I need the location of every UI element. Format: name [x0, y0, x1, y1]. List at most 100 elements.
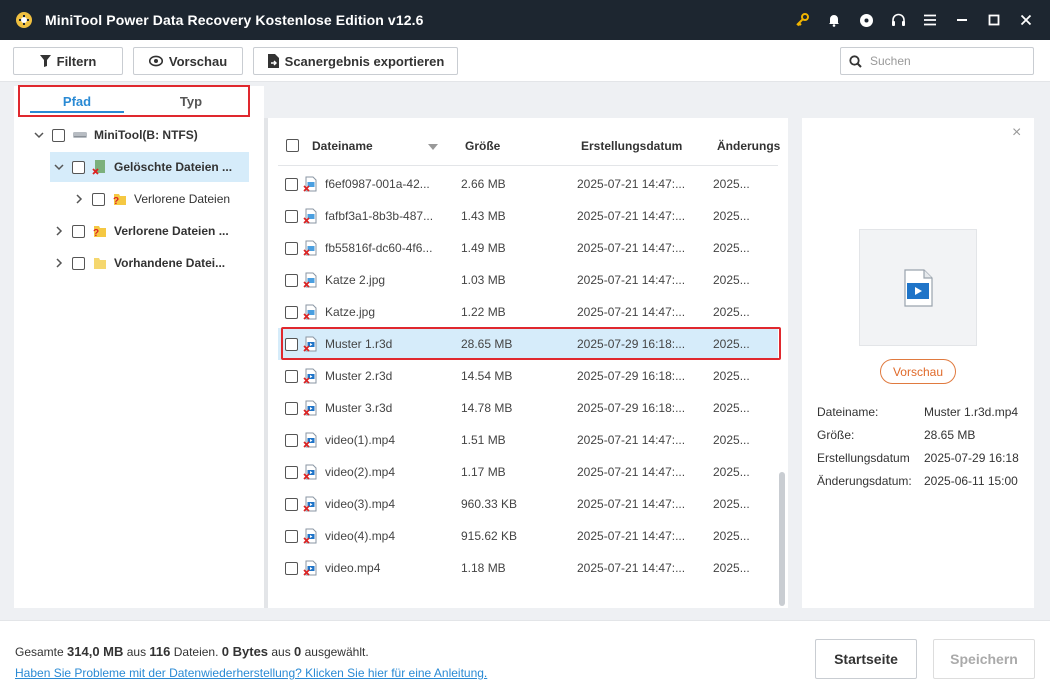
- row-checkbox[interactable]: [285, 433, 298, 447]
- chevron-right-icon[interactable]: [70, 194, 88, 204]
- cell-created: 2025-07-21 14:47:...: [577, 433, 686, 447]
- row-checkbox[interactable]: [285, 401, 298, 415]
- row-checkbox[interactable]: [285, 465, 298, 479]
- disc-icon[interactable]: [850, 0, 882, 40]
- cell-size: 14.78 MB: [461, 401, 513, 415]
- cell-size: 1.51 MB: [461, 433, 506, 447]
- cell-modified: 2025...: [713, 177, 750, 191]
- table-row[interactable]: Katze.jpg 1.22 MB 2025-07-21 14:47:... 2025…: [278, 296, 778, 328]
- column-header-size[interactable]: Größe: [465, 139, 500, 153]
- cell-size: 1.22 MB: [461, 305, 506, 319]
- cell-size: 2.66 MB: [461, 177, 506, 191]
- chevron-right-icon[interactable]: [50, 226, 68, 236]
- app-logo-icon: [13, 9, 35, 31]
- table-row[interactable]: video(3).mp4 960.33 KB 2025-07-21 14:47:..…: [278, 488, 778, 520]
- row-checkbox[interactable]: [285, 177, 298, 191]
- save-button[interactable]: Speichern: [933, 639, 1035, 679]
- view-tabs: Pfad Typ: [18, 85, 250, 117]
- chevron-down-icon[interactable]: [50, 163, 68, 171]
- file-list: Dateiname Größe Erstellungsdatum Änderun…: [268, 118, 788, 608]
- cell-modified: 2025...: [713, 305, 750, 319]
- filter-button[interactable]: Filtern: [13, 47, 123, 75]
- row-checkbox[interactable]: [285, 337, 298, 351]
- deleted-video-file-icon: [303, 432, 319, 448]
- lost-folder-icon: ?: [92, 223, 108, 239]
- key-icon[interactable]: [786, 0, 818, 40]
- tree-item-deleted[interactable]: Gelöschte Dateien ...: [50, 152, 249, 182]
- cell-name: Muster 3.r3d: [325, 401, 393, 415]
- column-header-created[interactable]: Erstellungsdatum: [581, 139, 682, 153]
- export-scan-result-button[interactable]: Scanergebnis exportieren: [253, 47, 458, 75]
- close-icon[interactable]: [1010, 0, 1042, 40]
- row-checkbox[interactable]: [285, 529, 298, 543]
- vertical-scrollbar[interactable]: [779, 472, 785, 606]
- cell-created: 2025-07-21 14:47:...: [577, 465, 686, 479]
- table-row[interactable]: fb55816f-dc60-4f6... 1.49 MB 2025-07-21 14…: [278, 232, 778, 264]
- table-row[interactable]: f6ef0987-001a-42... 2.66 MB 2025-07-21 14:…: [278, 168, 778, 200]
- headset-icon[interactable]: [882, 0, 914, 40]
- select-all-checkbox[interactable]: [286, 139, 299, 152]
- tree-item-lost[interactable]: ? Verlorene Dateien ...: [50, 216, 229, 246]
- table-row[interactable]: fafbf3a1-8b3b-487... 1.43 MB 2025-07-21 14…: [278, 200, 778, 232]
- cell-created: 2025-07-21 14:47:...: [577, 177, 686, 191]
- table-row[interactable]: video(1).mp4 1.51 MB 2025-07-21 14:47:... 2…: [278, 424, 778, 456]
- checkbox[interactable]: [92, 192, 105, 206]
- table-row[interactable]: Muster 3.r3d 14.78 MB 2025-07-29 16:18:...…: [278, 392, 778, 424]
- chevron-right-icon[interactable]: [50, 258, 68, 268]
- tab-type[interactable]: Typ: [134, 87, 248, 115]
- title-bar: MiniTool Power Data Recovery Kostenlose …: [0, 0, 1050, 40]
- table-row[interactable]: Muster 1.r3d 28.65 MB 2025-07-29 16:18:...…: [278, 328, 778, 360]
- info-created-label: Erstellungsdatum: [817, 451, 910, 465]
- minimize-icon[interactable]: [946, 0, 978, 40]
- lost-folder-icon: ?: [112, 191, 128, 207]
- search-box[interactable]: [840, 47, 1034, 75]
- cell-name: fafbf3a1-8b3b-487...: [325, 209, 434, 223]
- search-input[interactable]: [870, 54, 1020, 68]
- preview-file-button[interactable]: Vorschau: [880, 359, 956, 384]
- tree-item-label: Verlorene Dateien ...: [114, 224, 229, 238]
- bell-icon[interactable]: [818, 0, 850, 40]
- chevron-down-icon[interactable]: [30, 131, 48, 139]
- close-preview-icon[interactable]: ×: [1012, 124, 1021, 142]
- cell-name: video(4).mp4: [325, 529, 396, 543]
- table-row[interactable]: video(2).mp4 1.17 MB 2025-07-21 14:47:... 2…: [278, 456, 778, 488]
- cell-name: video(2).mp4: [325, 465, 396, 479]
- sort-desc-icon[interactable]: [428, 139, 438, 153]
- checkbox[interactable]: [52, 128, 65, 142]
- eye-icon: [148, 55, 163, 67]
- tab-path[interactable]: Pfad: [20, 87, 134, 115]
- row-checkbox[interactable]: [285, 497, 298, 511]
- cell-name: Muster 1.r3d: [325, 337, 393, 351]
- checkbox[interactable]: [72, 224, 85, 238]
- column-header-modified[interactable]: Änderungs: [717, 139, 780, 153]
- cell-size: 1.17 MB: [461, 465, 506, 479]
- toolbar: Filtern Vorschau Scanergebnis exportiere…: [0, 40, 1050, 82]
- deleted-video-file-icon: [303, 400, 319, 416]
- cell-name: f6ef0987-001a-42...: [325, 177, 430, 191]
- column-header-name[interactable]: Dateiname: [312, 139, 373, 153]
- row-checkbox[interactable]: [285, 209, 298, 223]
- row-checkbox[interactable]: [285, 561, 298, 575]
- table-row[interactable]: Muster 2.r3d 14.54 MB 2025-07-29 16:18:...…: [278, 360, 778, 392]
- table-row[interactable]: video(4).mp4 915.62 KB 2025-07-21 14:47:..…: [278, 520, 778, 552]
- row-checkbox[interactable]: [285, 273, 298, 287]
- table-row[interactable]: video.mp4 1.18 MB 2025-07-21 14:47:... 2025…: [278, 552, 778, 584]
- cell-created: 2025-07-21 14:47:...: [577, 305, 686, 319]
- maximize-icon[interactable]: [978, 0, 1010, 40]
- row-checkbox[interactable]: [285, 369, 298, 383]
- row-checkbox[interactable]: [285, 241, 298, 255]
- tree-item-existing[interactable]: Vorhandene Datei...: [50, 248, 225, 278]
- table-row[interactable]: Katze 2.jpg 1.03 MB 2025-07-21 14:47:... 20…: [278, 264, 778, 296]
- help-link[interactable]: Haben Sie Probleme mit der Datenwiederhe…: [15, 666, 487, 680]
- row-checkbox[interactable]: [285, 305, 298, 319]
- cell-modified: 2025...: [713, 465, 750, 479]
- preview-button[interactable]: Vorschau: [133, 47, 243, 75]
- home-button[interactable]: Startseite: [815, 639, 917, 679]
- info-modified-value: 2025-06-11 15:00: [924, 474, 1018, 488]
- checkbox[interactable]: [72, 256, 85, 270]
- menu-icon[interactable]: [914, 0, 946, 40]
- tree-item-lost-sub[interactable]: ? Verlorene Dateien: [70, 184, 230, 214]
- export-button-label: Scanergebnis exportieren: [284, 53, 445, 69]
- tree-item-root[interactable]: MiniTool(B: NTFS): [30, 120, 198, 150]
- checkbox[interactable]: [72, 160, 85, 174]
